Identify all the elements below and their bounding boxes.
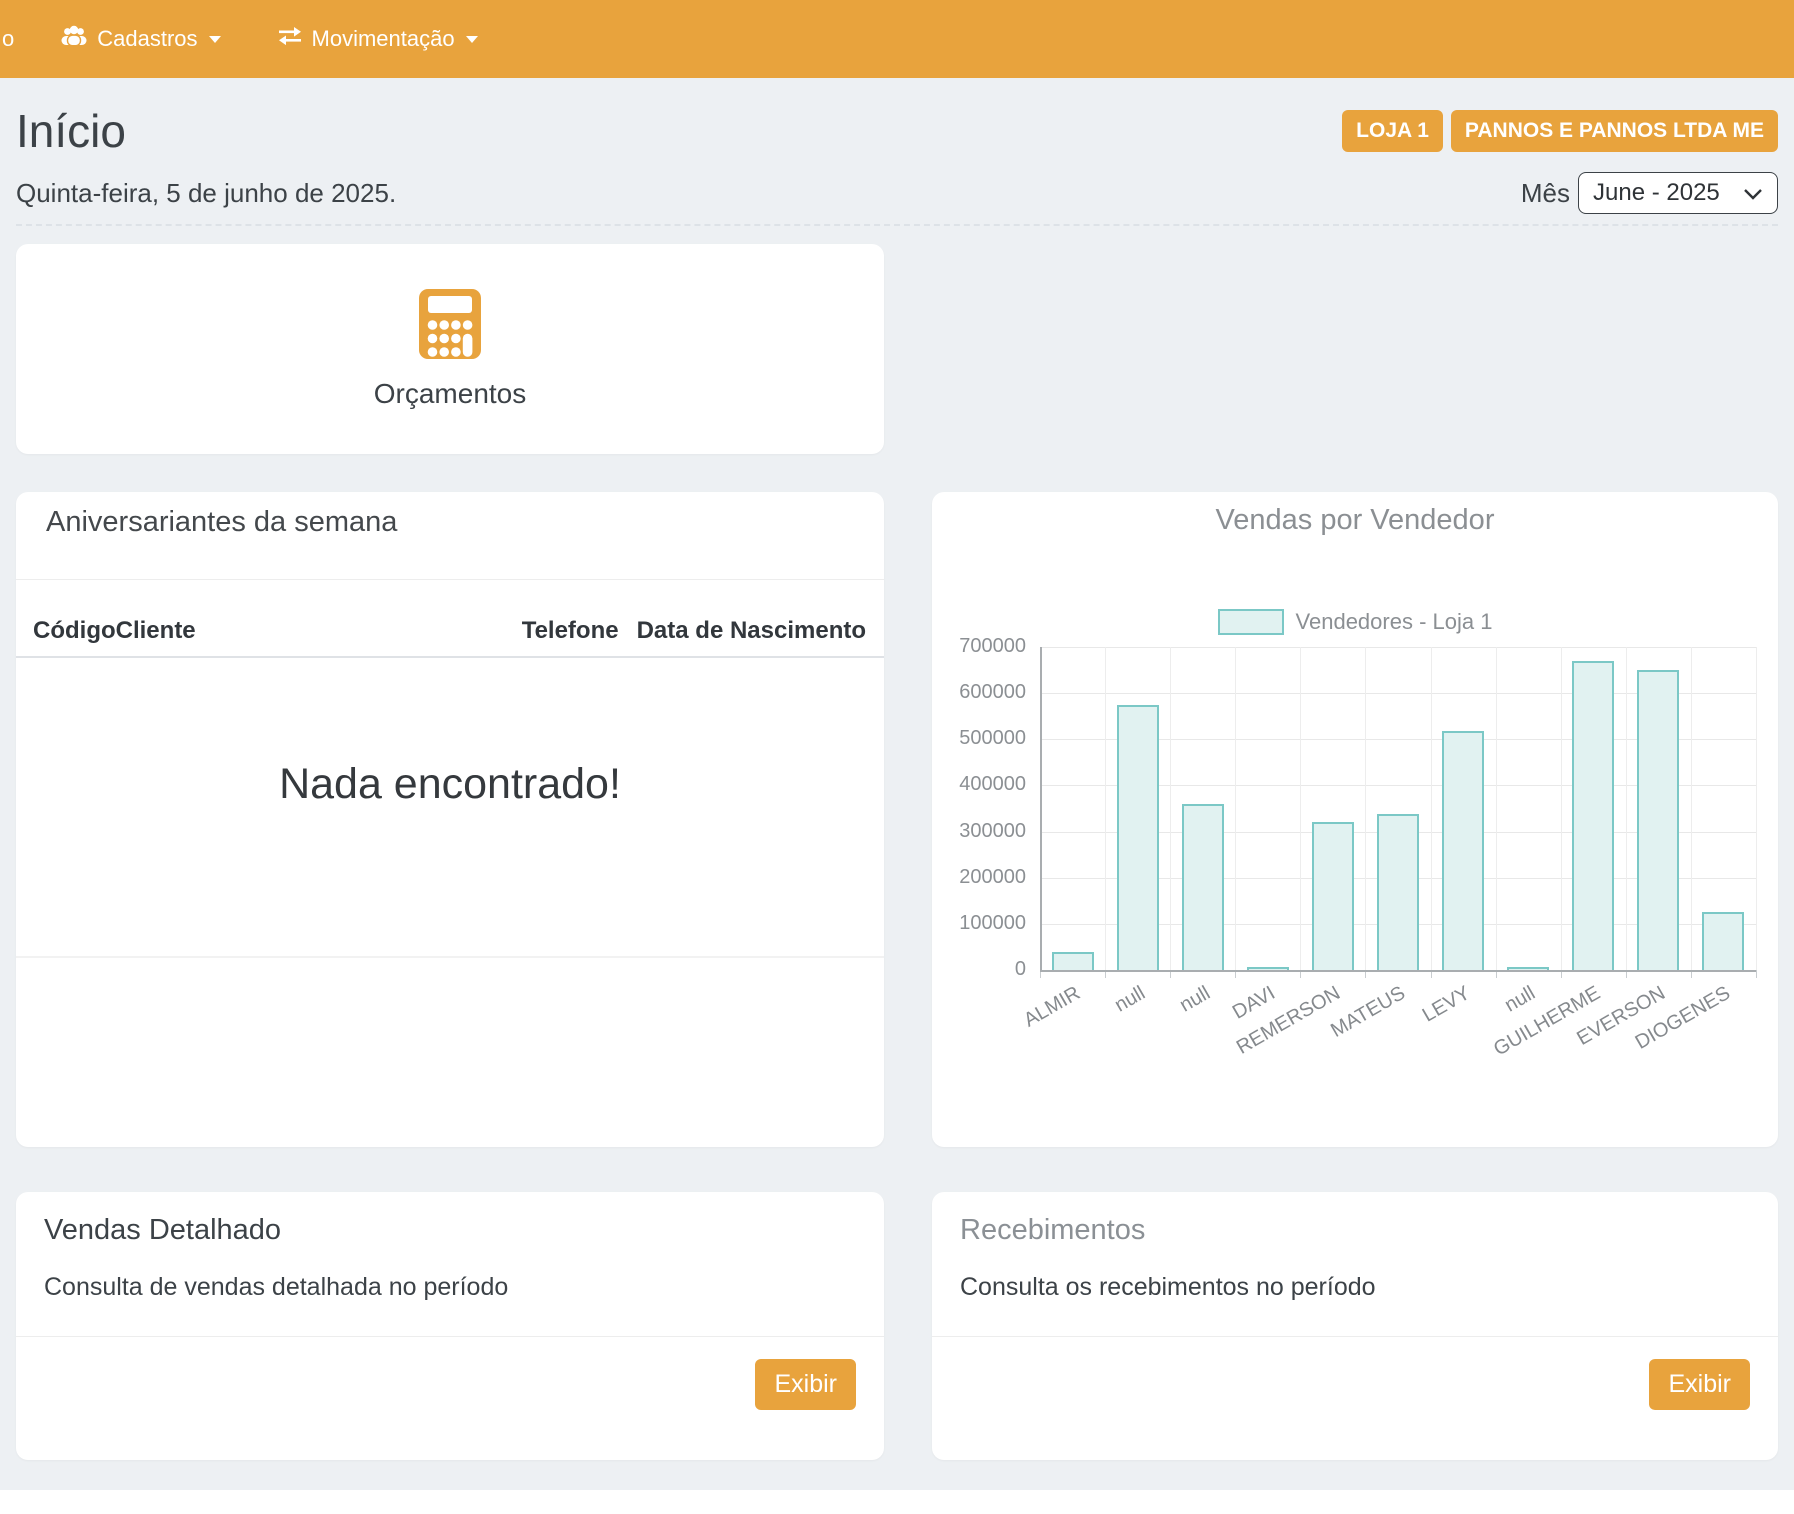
- nav-item-label: Cadastros: [97, 26, 197, 52]
- top-navbar: o Cadastros Movimentação: [0, 0, 1794, 78]
- gridline-h: [1040, 970, 1756, 972]
- bar-GUILHERME: [1572, 661, 1614, 970]
- empty-message: Nada encontrado!: [16, 760, 884, 809]
- bottom-row: Vendas Detalhado Consulta de vendas deta…: [16, 1192, 1778, 1460]
- column-codigo: Código: [33, 617, 116, 645]
- month-filter: Mês June - 2025: [1521, 172, 1778, 214]
- birthdays-title: Aniversariantes da semana: [16, 492, 884, 539]
- exibir-vendas-button[interactable]: Exibir: [755, 1359, 856, 1410]
- exibir-recebimentos-button[interactable]: Exibir: [1649, 1359, 1750, 1410]
- y-axis-label: 600000: [932, 681, 1026, 704]
- bar-ALMIR: [1052, 952, 1094, 970]
- chart-legend[interactable]: Vendedores - Loja 1: [932, 609, 1778, 635]
- gridline-v: [1105, 647, 1106, 970]
- gridline-v: [1626, 647, 1627, 970]
- gridline-v: [1365, 647, 1366, 970]
- current-date: Quinta-feira, 5 de junho de 2025.: [16, 178, 396, 209]
- orcamentos-card[interactable]: Orçamentos: [16, 244, 884, 454]
- recebimentos-title: Recebimentos: [960, 1214, 1750, 1247]
- chart-title: Vendas por Vendedor: [932, 492, 1778, 537]
- bar-LEVY: [1442, 731, 1484, 970]
- recebimentos-card: Recebimentos Consulta os recebimentos no…: [932, 1192, 1778, 1460]
- card-body: Recebimentos Consulta os recebimentos no…: [932, 1192, 1778, 1336]
- divider: [16, 579, 884, 580]
- chevron-down-icon: [1743, 179, 1763, 207]
- month-select[interactable]: June - 2025: [1578, 172, 1778, 214]
- divider: [16, 956, 884, 958]
- gridline-v: [1300, 647, 1301, 970]
- card-footer: Exibir: [932, 1336, 1778, 1460]
- nav-item-label: Movimentação: [312, 26, 455, 52]
- birthdays-table-header: Código Cliente Telefone Data de Nascimen…: [16, 606, 884, 658]
- gridline-v: [1756, 647, 1757, 970]
- gridline-v: [1561, 647, 1562, 970]
- bar-MATEUS: [1377, 814, 1419, 970]
- bar-null: [1182, 804, 1224, 970]
- gridline-v: [1691, 647, 1692, 970]
- vendas-detalhado-description: Consulta de vendas detalhada no período: [44, 1273, 856, 1302]
- orcamentos-label: Orçamentos: [374, 378, 527, 410]
- gridline-h: [1040, 647, 1756, 648]
- vendas-detalhado-card: Vendas Detalhado Consulta de vendas deta…: [16, 1192, 884, 1460]
- y-axis-label: 0: [932, 958, 1026, 981]
- column-telefone: Telefone: [522, 617, 619, 645]
- dashed-divider: [16, 224, 1778, 226]
- footer-strip: [0, 1490, 1794, 1514]
- nav-item-movimentacao[interactable]: Movimentação: [277, 26, 478, 52]
- store-button[interactable]: LOJA 1: [1342, 110, 1443, 152]
- middle-row: Aniversariantes da semana Código Cliente…: [16, 492, 1778, 1147]
- card-body: Vendas Detalhado Consulta de vendas deta…: [16, 1192, 884, 1336]
- company-button[interactable]: PANNOS E PANNOS LTDA ME: [1451, 110, 1778, 152]
- vendas-detalhado-title: Vendas Detalhado: [44, 1214, 856, 1247]
- y-axis-label: 300000: [932, 820, 1026, 843]
- sales-chart-card: Vendas por Vendedor Vendedores - Loja 1 …: [932, 492, 1778, 1147]
- users-icon: [60, 24, 88, 54]
- recebimentos-description: Consulta os recebimentos no período: [960, 1273, 1750, 1302]
- gridline-v: [1496, 647, 1497, 970]
- card-footer: Exibir: [16, 1336, 884, 1460]
- bar-null: [1117, 705, 1159, 970]
- gridline-v: [1431, 647, 1432, 970]
- chevron-down-icon: [209, 36, 221, 43]
- chevron-down-icon: [466, 36, 478, 43]
- month-label: Mês: [1521, 178, 1570, 209]
- calculator-icon: [419, 289, 481, 364]
- y-axis-label: 200000: [932, 866, 1026, 889]
- legend-swatch: [1218, 609, 1284, 635]
- bar-EVERSON: [1637, 670, 1679, 970]
- header-buttons: LOJA 1 PANNOS E PANNOS LTDA ME: [1342, 110, 1778, 152]
- column-data-nascimento: Data de Nascimento: [637, 617, 866, 645]
- header-row: Início LOJA 1 PANNOS E PANNOS LTDA ME: [16, 104, 1778, 158]
- gridline-v: [1040, 647, 1042, 970]
- gridline-v: [1235, 647, 1236, 970]
- exchange-icon: [277, 26, 303, 52]
- y-axis-label: 100000: [932, 912, 1026, 935]
- nav-item-clipped[interactable]: o: [2, 26, 14, 52]
- nav-item-cadastros[interactable]: Cadastros: [60, 24, 220, 54]
- page-content: Início LOJA 1 PANNOS E PANNOS LTDA ME Qu…: [0, 104, 1794, 1460]
- y-axis-label: 500000: [932, 727, 1026, 750]
- y-axis-label: 400000: [932, 773, 1026, 796]
- gridline-v: [1170, 647, 1171, 970]
- birthdays-card: Aniversariantes da semana Código Cliente…: [16, 492, 884, 1147]
- y-axis-label: 700000: [932, 635, 1026, 658]
- date-row: Quinta-feira, 5 de junho de 2025. Mês Ju…: [16, 172, 1778, 214]
- x-axis-tick: [1756, 970, 1757, 978]
- chart-plot: 0100000200000300000400000500000600000700…: [1040, 647, 1756, 970]
- month-select-value: June - 2025: [1593, 179, 1720, 207]
- page-title: Início: [16, 104, 126, 158]
- bar-REMERSON: [1312, 822, 1354, 970]
- legend-label: Vendedores - Loja 1: [1296, 609, 1493, 635]
- bar-DIOGENES: [1702, 912, 1744, 970]
- column-cliente: Cliente: [116, 617, 522, 645]
